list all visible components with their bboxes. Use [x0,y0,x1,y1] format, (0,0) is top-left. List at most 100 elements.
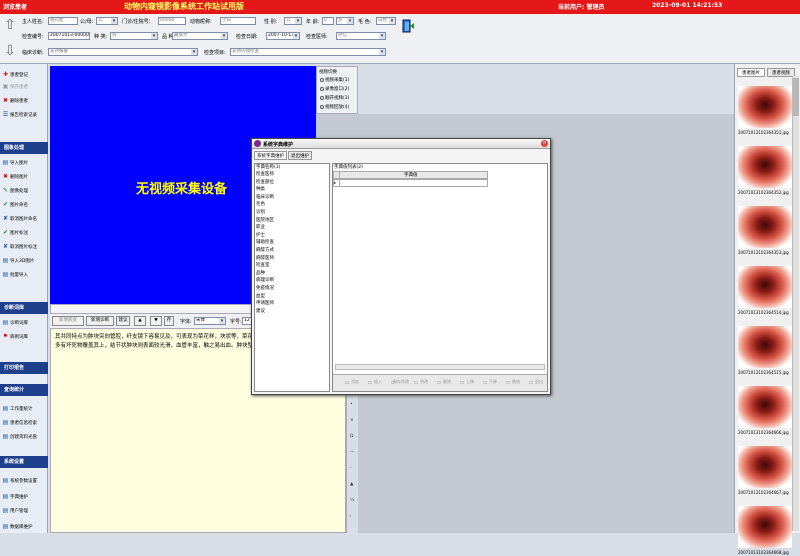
sidebar-item-name-image[interactable]: ✔ 图片命名 [2,200,47,210]
font-select[interactable]: 宋体 [194,317,226,325]
doctor-select[interactable]: 孙亿 [336,32,386,40]
dict-list-item[interactable]: 检查部位 [256,179,274,185]
sidebar-item-unannotate-image[interactable]: ✘ 取消图片标注 [2,242,47,252]
image-thumbnail[interactable]: 20071013102364667.jpg [738,446,792,496]
thumbnail-scrollbar[interactable] [792,76,799,531]
dict-list-item[interactable]: 检查室 [256,262,270,268]
dict-list-item[interactable]: 检查医师 [256,171,274,177]
radio-video-playback[interactable]: 视频回放(4) [320,104,349,110]
dict-list-item[interactable]: 血型 [256,293,265,299]
add-lesion-button[interactable]: 新增病变 [52,316,84,326]
sidebar-item-user-manage[interactable]: ▤ 用户管理 [2,506,47,516]
tab-exit-maintain[interactable]: 退出维护 [288,151,312,160]
sidebar-item-image-process[interactable]: ✎ 图像处理 [2,186,47,196]
sidebar-item-report-search[interactable]: ☰ 报告检索记录 [2,110,47,120]
dict-list-item[interactable]: 种类 [256,186,265,192]
sidebar-item-unname-image[interactable]: ✘ 取消图片命名 [2,214,47,224]
sidebar-item-create-disc[interactable]: ▤ 创建资料光盘 [2,432,47,442]
radio-record-window[interactable]: 录像窗口(2) [320,86,349,92]
owner-field[interactable]: 钱礼松 [48,17,78,25]
breed-select[interactable]: 藏獒犬 [172,32,228,40]
section-system-settings[interactable]: 系统设置 [0,456,48,468]
subscript-icon[interactable]: ½ [350,498,354,503]
close-icon[interactable]: × [350,418,354,423]
exam-date-picker[interactable]: 2007-10-13 [266,32,300,40]
sidebar-item-diagnosis-dict[interactable]: ▤ 诊断词库 [2,318,47,328]
tab-dict-maintain[interactable]: 系统字典维护 [254,151,287,160]
arrow-down-icon[interactable]: ⇩ [4,44,16,58]
exam-no-field[interactable]: 20071013-000001 [48,32,90,40]
age-unit-select[interactable]: 岁 [336,17,354,25]
line-icon[interactable]: — [350,450,355,455]
sidebar-item-import-3d[interactable]: ▤ 导入3D图片 [2,256,47,266]
move-up-button[interactable]: ▲ [134,316,146,326]
suggestion-button[interactable]: 建议 [116,316,130,326]
store-button[interactable]: 存 [164,316,174,326]
radio-video-capture[interactable]: 视频采集(1) [320,77,349,83]
gender-select[interactable]: 公 [96,17,118,25]
horizontal-scrollbar[interactable] [335,364,545,370]
dict-list-item[interactable]: 诊别 [256,209,265,215]
sidebar-item-dict-maintain[interactable]: ▤ 字典维护 [2,492,47,502]
image-thumbnail[interactable]: 20071013102364351.jpg [738,86,792,136]
outpatient-field[interactable]: 00000 [158,17,186,25]
image-thumbnail[interactable]: 20071013102364514.jpg [738,266,792,316]
dict-list-item[interactable]: 临床诊断 [256,194,274,200]
sidebar-item-batch-import[interactable]: ▤ 批量导入 [2,270,47,280]
dict-list-item[interactable]: 建议 [256,308,265,314]
image-thumbnail[interactable]: 20071013102364666.jpg [738,386,792,436]
sidebar-item-patient-search[interactable]: ▤ 患者信息检索 [2,418,47,428]
ohm-icon[interactable]: Ω [350,434,353,439]
scrollbar-thumb[interactable] [793,78,799,116]
arrow-up-icon[interactable]: ⇧ [4,18,16,32]
sidebar-item-workload[interactable]: ▤ 工作量统计 [2,404,47,414]
dict-list-item[interactable]: 免疫情况 [256,285,274,291]
radio-open-video[interactable]: 翻开视频(3) [320,95,349,101]
dash-icon[interactable]: - [350,466,352,471]
color-select[interactable]: 白色 [376,17,396,25]
sidebar-item-delete-patient[interactable]: ✖ 删除患者 [2,96,47,106]
sidebar-item-system-params[interactable]: ▤ 系统参数设置 [2,476,47,486]
table-row[interactable]: ▸ [333,179,488,187]
bullet-icon[interactable]: • [350,402,353,407]
age-field[interactable]: 0 [322,17,334,25]
dict-list-item[interactable]: 麻醉方式 [256,247,274,253]
sidebar-item-case-dict[interactable]: ⚑ 病例词库 [2,332,47,342]
colon-icon[interactable]: ⁝ [350,514,351,519]
sidebar-item-save[interactable]: ▣ 保存患者 [2,82,47,92]
image-thumbnail[interactable]: 20071013102364353.jpg [738,206,792,256]
add-diagnosis-button[interactable]: 新增诊断 [86,316,114,326]
close-icon[interactable]: × [541,140,548,147]
sidebar-item-annotate-image[interactable]: ✔ 图片标注 [2,228,47,238]
exam-item-select[interactable]: 支持内镜检查 [230,48,386,56]
image-thumbnail[interactable]: 20071013102364515.jpg [738,326,792,376]
sex-select[interactable]: 公 [284,17,302,25]
tab-patient-videos[interactable]: 患者视频 [767,68,795,77]
sidebar-item-register[interactable]: ✚ 患者登记 [2,70,47,80]
triangle-icon[interactable]: ▲ [350,482,353,487]
image-thumbnail[interactable]: 20071013102364352.jpg [738,146,792,196]
section-diagnosis-dict[interactable]: 诊断词库 [0,302,48,314]
tab-patient-images[interactable]: 患者图片 [737,68,765,77]
dict-list-item[interactable]: 申请医师 [256,300,274,306]
image-thumbnail[interactable]: 20071013102364668.jpg [738,506,792,556]
sidebar-item-delete-image[interactable]: ✖ 删除图片 [2,172,47,182]
dict-list-item[interactable]: 辅助检查 [256,239,274,245]
dict-list-item[interactable]: 护士 [256,232,265,238]
animal-name-field[interactable]: 小白 [220,17,256,25]
dict-list-item[interactable]: 病理诊断 [256,277,274,283]
exit-door-icon[interactable] [402,19,414,33]
dict-list-item[interactable]: 麻醉医师 [256,255,274,261]
dict-list-item[interactable]: 职业 [256,224,265,230]
sidebar-item-db-maintain[interactable]: ▤ 数据库维护 [2,522,47,532]
diagnosis-select[interactable]: 支持报警 [48,48,198,56]
sidebar-item-import-image[interactable]: ▤ 导入图片 [2,158,47,168]
dict-list-item[interactable]: 医院地区 [256,217,274,223]
dict-list-item[interactable]: 品种 [256,270,265,276]
species-select[interactable]: 狗 [110,32,158,40]
move-down-button[interactable]: ▼ [150,316,162,326]
section-print-report[interactable]: 打印报告 [0,362,48,374]
section-query-stats[interactable]: 查询统计 [0,384,48,396]
section-image-processing[interactable]: 图象处理 [0,142,48,154]
dict-list-item[interactable]: 毛色 [256,201,265,207]
